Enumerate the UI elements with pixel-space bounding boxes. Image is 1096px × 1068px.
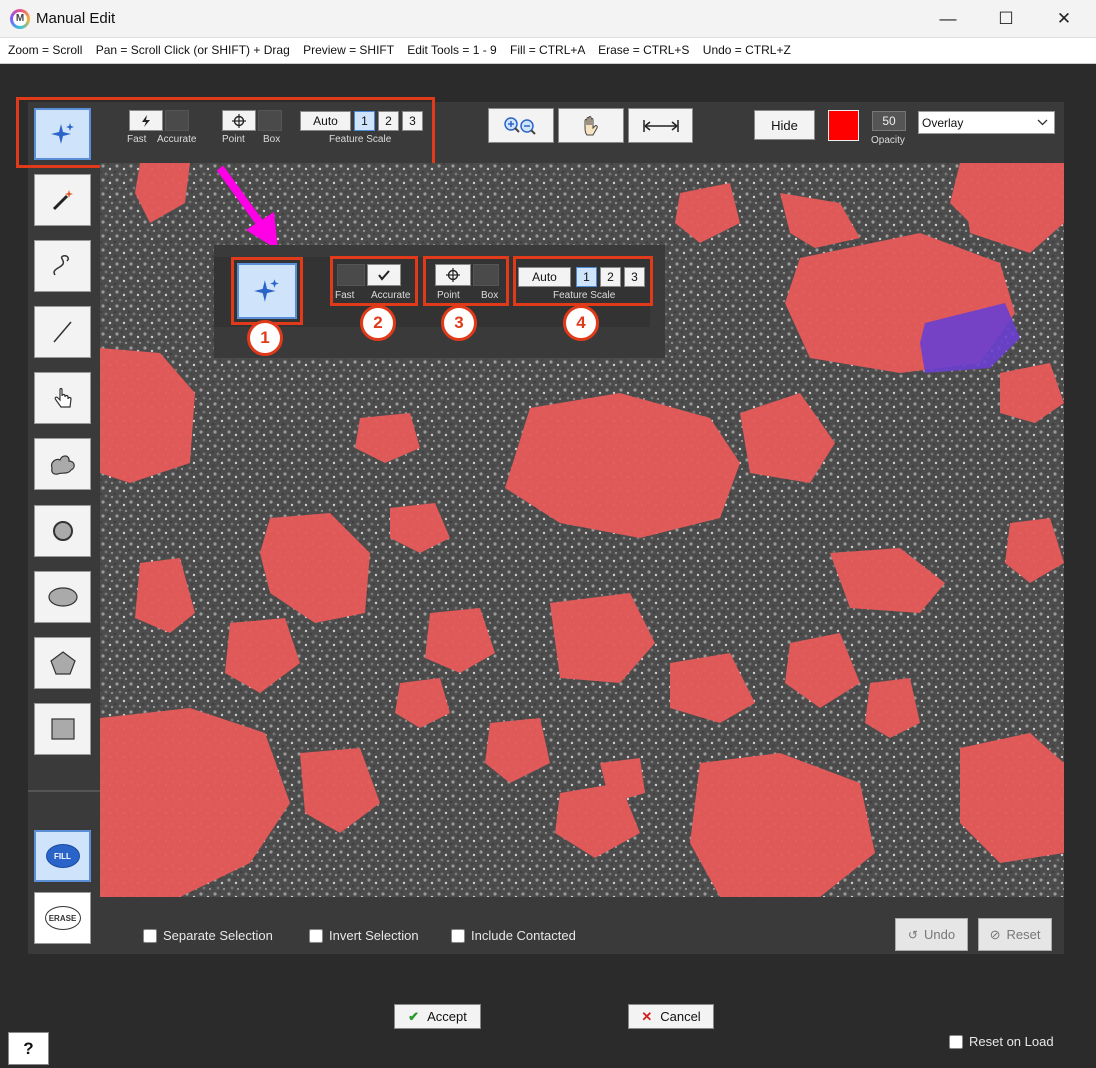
fill-mode-button[interactable]: FILL bbox=[34, 830, 91, 882]
reset-icon: ⊘ bbox=[989, 926, 1001, 942]
ellipse-icon bbox=[47, 587, 78, 607]
callout-number-1: 1 bbox=[247, 320, 283, 356]
callout-box-prompt-button bbox=[473, 264, 499, 286]
sparkle-icon bbox=[254, 279, 279, 302]
callout-scale-2-button: 2 bbox=[600, 267, 621, 287]
undo-button[interactable]: ↺ Undo bbox=[895, 918, 968, 951]
magic-wand-icon bbox=[52, 190, 73, 211]
zoom-button[interactable] bbox=[488, 108, 554, 143]
ruler-arrows-icon bbox=[642, 119, 679, 132]
erase-label: ERASE bbox=[44, 906, 81, 930]
callout-smart-select-button bbox=[237, 263, 297, 319]
window-title: Manual Edit bbox=[36, 10, 116, 27]
toolbar-highlight-box bbox=[16, 97, 435, 168]
pan-button[interactable] bbox=[558, 108, 624, 143]
hide-overlay-button[interactable]: Hide bbox=[754, 110, 815, 140]
ellipse-tool-button[interactable] bbox=[34, 571, 91, 623]
reset-on-load-checkbox[interactable]: Reset on Load bbox=[949, 1034, 1054, 1049]
polygon-icon bbox=[49, 651, 76, 675]
callout-number-2: 2 bbox=[360, 305, 396, 341]
callout-accurate-label: Accurate bbox=[371, 290, 411, 301]
callout-auto-button: Auto bbox=[518, 267, 571, 287]
freehand-tool-button[interactable] bbox=[34, 240, 91, 292]
callout-feature-scale-label: Feature Scale bbox=[553, 290, 616, 301]
hand-icon bbox=[584, 115, 598, 135]
overlay-mode-select[interactable]: Overlay bbox=[918, 111, 1055, 134]
reset-button[interactable]: ⊘ Reset bbox=[978, 918, 1052, 951]
title-bar: Manual Edit — ☐ ✕ bbox=[0, 0, 1096, 38]
reset-label: Reset bbox=[1006, 927, 1041, 942]
tool-divider bbox=[28, 790, 100, 792]
undo-icon: ↺ bbox=[907, 927, 918, 942]
separate-selection-label: Separate Selection bbox=[163, 928, 273, 943]
measure-button[interactable] bbox=[628, 108, 693, 143]
polygon-tool-button[interactable] bbox=[34, 637, 91, 689]
overlay-color-swatch[interactable] bbox=[828, 110, 859, 141]
hand-pointer-icon bbox=[54, 387, 72, 408]
help-button[interactable]: ? bbox=[8, 1032, 49, 1065]
checkmark-icon: ✔ bbox=[408, 1008, 420, 1024]
crosshair-icon bbox=[446, 268, 460, 282]
separate-selection-checkbox[interactable]: Separate Selection bbox=[143, 928, 273, 943]
cancel-button[interactable]: ✕ Cancel bbox=[628, 1004, 714, 1029]
callout-number-4: 4 bbox=[563, 305, 599, 341]
checkbox-box[interactable] bbox=[451, 928, 465, 943]
pointer-arrow-icon bbox=[216, 165, 278, 250]
invert-selection-checkbox[interactable]: Invert Selection bbox=[309, 928, 419, 943]
callout-fast-label: Fast bbox=[335, 290, 355, 301]
callout-scale-3-button: 3 bbox=[624, 267, 645, 287]
chevron-down-icon bbox=[1037, 119, 1048, 126]
opacity-label: Opacity bbox=[871, 135, 905, 146]
line-tool-button[interactable] bbox=[34, 306, 91, 358]
blob-icon bbox=[50, 455, 75, 475]
accept-label: Accept bbox=[427, 1009, 467, 1024]
callout-scale-1-button: 1 bbox=[576, 267, 597, 287]
callout-number-3: 3 bbox=[441, 305, 477, 341]
callout-point-label: Point bbox=[437, 290, 460, 301]
reset-on-load-label: Reset on Load bbox=[969, 1034, 1054, 1049]
freehand-icon bbox=[52, 255, 69, 276]
circle-brush-tool-button[interactable] bbox=[34, 505, 91, 557]
app-logo-icon bbox=[10, 9, 30, 29]
erase-mode-button[interactable]: ERASE bbox=[34, 892, 91, 944]
minimize-button[interactable]: — bbox=[920, 0, 976, 38]
blob-tool-button[interactable] bbox=[34, 438, 91, 490]
checkbox-box[interactable] bbox=[949, 1034, 963, 1049]
pointer-tool-button[interactable] bbox=[34, 372, 91, 424]
maximize-button[interactable]: ☐ bbox=[978, 0, 1034, 38]
opacity-input[interactable]: 50 bbox=[872, 111, 906, 131]
callout-accurate-button bbox=[367, 264, 401, 286]
fill-label: FILL bbox=[45, 844, 80, 868]
shortcuts-bar: Zoom = Scroll Pan = Scroll Click (or SHI… bbox=[0, 38, 1096, 64]
overlay-mode-value: Overlay bbox=[922, 116, 964, 130]
callout-fast-button bbox=[337, 264, 365, 286]
include-contacted-label: Include Contacted bbox=[471, 928, 576, 943]
rectangle-icon bbox=[50, 718, 75, 740]
line-icon bbox=[52, 321, 72, 343]
callout-box-label: Box bbox=[481, 290, 499, 301]
x-icon: ✕ bbox=[641, 1008, 653, 1024]
include-contacted-checkbox[interactable]: Include Contacted bbox=[451, 928, 576, 943]
checkbox-box[interactable] bbox=[309, 928, 323, 943]
checkbox-box[interactable] bbox=[143, 928, 157, 943]
checkmark-icon bbox=[378, 270, 390, 281]
callout-point-button bbox=[435, 264, 471, 286]
undo-label: Undo bbox=[923, 927, 956, 942]
zoom-in-out-icon bbox=[504, 116, 536, 135]
magic-wand-tool-button[interactable] bbox=[34, 174, 91, 226]
close-window-button[interactable]: ✕ bbox=[1036, 0, 1092, 38]
invert-selection-label: Invert Selection bbox=[329, 928, 419, 943]
circle-brush-icon bbox=[52, 521, 73, 541]
rectangle-tool-button[interactable] bbox=[34, 703, 91, 755]
cancel-label: Cancel bbox=[660, 1009, 701, 1024]
accept-button[interactable]: ✔ Accept bbox=[394, 1004, 481, 1029]
